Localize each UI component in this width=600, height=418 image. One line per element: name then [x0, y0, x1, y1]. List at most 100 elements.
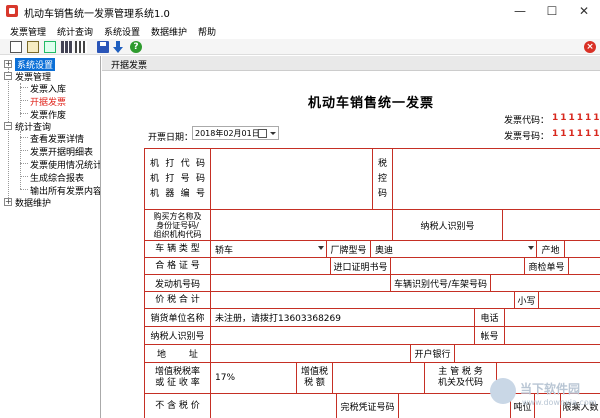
window-title: 机动车销售统一发票管理系统1.0 — [24, 9, 170, 20]
chevron-down-icon[interactable] — [318, 246, 324, 250]
tree-item-summary-report[interactable]: 生成综合报表 — [30, 171, 84, 184]
lowercase-label: 小写 — [515, 292, 539, 309]
certificate-no-field[interactable] — [211, 258, 331, 275]
panel-header: 开据发票 — [102, 56, 600, 71]
machine-codes-label: 机 打 代 码 机 打 号 码 机 器 编 号 — [145, 149, 211, 210]
machine-codes-field[interactable] — [211, 149, 373, 210]
inspection-no-label: 商检单号 — [525, 258, 569, 275]
toolbar: ? × — [0, 39, 600, 55]
menu-bar: 发票管理 统计查询 系统设置 数据维护 帮助 — [0, 22, 600, 39]
tree-item-usage-statistics[interactable]: 发票使用情况统计表 — [30, 158, 100, 171]
invoice-number-value: 1111111 — [552, 129, 600, 139]
vehicle-type-select[interactable]: 轿车 — [211, 241, 327, 258]
navigation-tree: + 系统设置 − 发票管理 发票入库 开据发票 发票作废 − 统计查询 查看发票… — [0, 56, 101, 418]
watermark-text: 当下软件园 — [520, 382, 581, 396]
vat-rate-field[interactable]: 17% — [211, 363, 297, 394]
watermark-icon — [490, 378, 516, 404]
engine-no-label: 发动机号码 — [145, 275, 211, 292]
seller-name-field[interactable]: 未注册，请拨打13603368269 — [211, 309, 475, 327]
total-price-label: 价 税 合 计 — [145, 292, 211, 309]
expand-data-maintenance-icon[interactable]: + — [4, 198, 12, 206]
total-price-field[interactable] — [211, 292, 515, 309]
lowercase-field[interactable] — [539, 292, 600, 309]
invoice-title: 机动车销售统一发票 — [308, 96, 435, 111]
tax-control-field[interactable] — [393, 149, 600, 210]
buyer-taxpayer-id-label: 纳税人识别号 — [393, 210, 503, 241]
buyer-label: 购买方名称及 身份证号码/ 组织机构代码 — [145, 210, 211, 241]
phone-field[interactable] — [505, 309, 600, 327]
app-icon — [6, 5, 18, 17]
minimize-button[interactable]: — — [504, 0, 536, 22]
import-cert-label: 进口证明书号 — [331, 258, 391, 275]
columns-icon[interactable] — [75, 41, 87, 53]
close-tab-icon[interactable]: × — [584, 41, 596, 53]
menu-help[interactable]: 帮助 — [198, 25, 216, 38]
menu-settings[interactable]: 系统设置 — [104, 25, 140, 38]
tax-control-label: 税 控 码 — [373, 149, 393, 210]
tree-item-issue-detail-report[interactable]: 发票开据明细表 — [30, 145, 93, 158]
save-icon[interactable] — [97, 41, 109, 53]
brand-model-label: 厂牌型号 — [327, 241, 371, 258]
seller-taxpayer-id-field[interactable] — [211, 327, 475, 345]
tree-item-invoice-details[interactable]: 查看发票详情 — [30, 132, 84, 145]
download-arrow-icon[interactable] — [112, 41, 124, 53]
tree-item-invoice-stock-in[interactable]: 发票入库 — [30, 82, 66, 95]
bank-field[interactable] — [455, 345, 600, 363]
help-icon[interactable]: ? — [130, 41, 142, 53]
title-bar: 机动车销售统一发票管理系统1.0 — ☐ ✕ — [0, 0, 600, 22]
invoice-code-label: 发票代码： — [504, 116, 550, 126]
account-field[interactable] — [505, 327, 600, 345]
invoice-number-label: 发票号码： — [504, 132, 550, 142]
account-label: 帐号 — [475, 327, 505, 345]
vat-rate-label: 增值税税率 或 征 收 率 — [145, 363, 211, 394]
vin-field[interactable] — [491, 275, 600, 292]
watermark-logo: 当下软件园 www.downxia.com — [490, 376, 600, 416]
bank-label: 开户银行 — [411, 345, 455, 363]
new-document-icon[interactable] — [10, 41, 22, 53]
origin-field[interactable] — [565, 241, 600, 258]
collapse-invoice-management-icon[interactable]: − — [4, 72, 12, 80]
tree-item-issue-invoice[interactable]: 开据发票 — [30, 95, 66, 108]
invoice-panel: 机动车销售统一发票 发票代码： 1111111 发票号码： 1111111 开票… — [102, 71, 600, 418]
tax-office-label: 主 管 税 务 机关及代码 — [425, 363, 497, 394]
engine-no-field[interactable] — [211, 275, 391, 292]
brand-model-select[interactable]: 奥迪 — [371, 241, 537, 258]
vat-amount-field[interactable] — [333, 363, 425, 394]
buyer-taxpayer-id-field[interactable] — [503, 210, 600, 241]
phone-label: 电话 — [475, 309, 505, 327]
duty-cert-label: 完税凭证号码 — [337, 394, 399, 418]
buyer-field[interactable] — [211, 210, 393, 241]
maximize-button[interactable]: ☐ — [536, 0, 568, 22]
address-label: 地 址 — [145, 345, 211, 363]
issue-date-value: 2018年02月01日 — [195, 129, 260, 138]
origin-label: 产地 — [537, 241, 565, 258]
address-field[interactable] — [211, 345, 411, 363]
panel-title: 开据发票 — [111, 61, 148, 71]
seller-name-label: 销货单位名称 — [145, 309, 211, 327]
menu-invoice-management[interactable]: 发票管理 — [10, 25, 46, 38]
import-cert-field[interactable] — [391, 258, 525, 275]
vehicle-type-label: 车 辆 类 型 — [145, 241, 211, 258]
collapse-statistics-icon[interactable]: − — [4, 122, 12, 130]
menu-data-maintenance[interactable]: 数据维护 — [151, 25, 187, 38]
inspection-no-field[interactable] — [569, 258, 600, 275]
menu-statistics[interactable]: 统计查询 — [57, 25, 93, 38]
price-excl-tax-label: 不 含 税 价 — [145, 394, 211, 418]
vin-label: 车辆识别代号/车架号码 — [391, 275, 491, 292]
certificate-no-label: 合 格 证 号 — [145, 258, 211, 275]
seller-taxpayer-id-label: 纳税人识别号 — [145, 327, 211, 345]
invoice-code-value: 1111111 — [552, 113, 600, 123]
chevron-down-icon[interactable] — [528, 246, 534, 250]
grid-icon[interactable] — [61, 41, 73, 53]
tree-item-data-maintenance[interactable]: 数据维护 — [15, 196, 51, 209]
chevron-down-icon[interactable] — [270, 132, 276, 135]
vat-amount-label: 增值税 税 额 — [297, 363, 333, 394]
expand-system-settings-icon[interactable]: + — [4, 60, 12, 68]
issue-date-picker[interactable]: 2018年02月01日 — [192, 126, 279, 140]
export-icon[interactable] — [44, 41, 56, 53]
calendar-icon[interactable] — [258, 129, 267, 138]
price-excl-tax-field[interactable] — [211, 394, 337, 418]
search-document-icon[interactable] — [27, 41, 39, 53]
watermark-url: www.downxia.com — [522, 398, 597, 407]
close-window-button[interactable]: ✕ — [568, 0, 600, 22]
